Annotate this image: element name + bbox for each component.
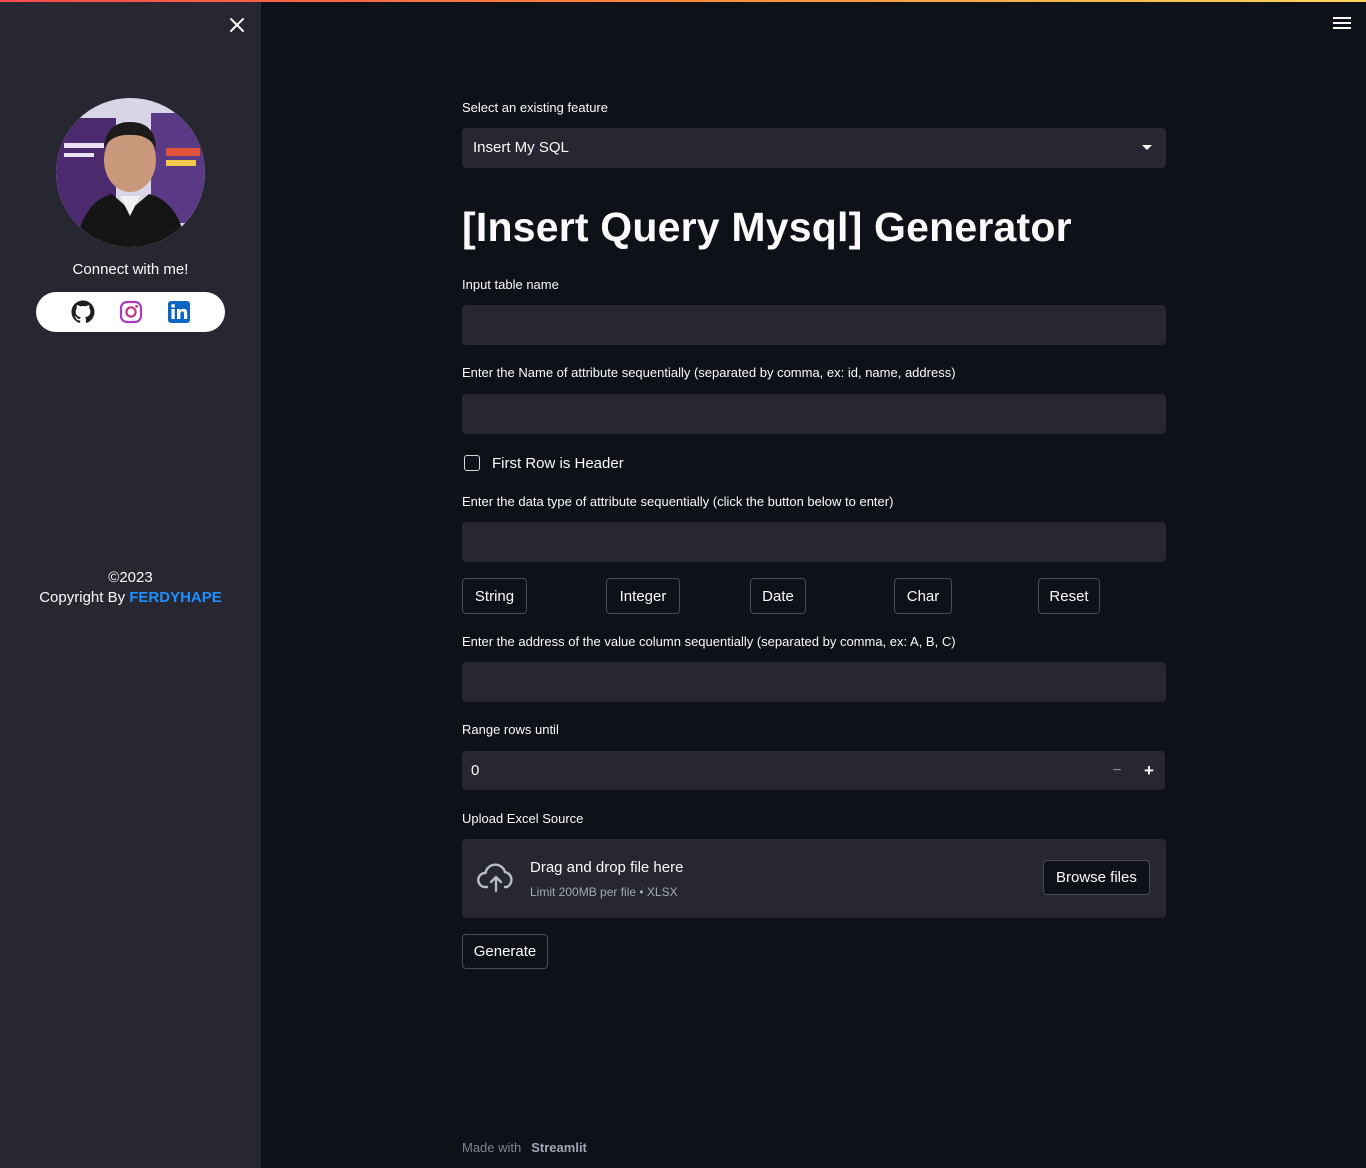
copyright: ©2023 Copyright By FERDYHAPE xyxy=(0,568,261,608)
value-column-input[interactable] xyxy=(462,662,1166,702)
range-rows-value[interactable]: 0 xyxy=(471,762,479,779)
copyright-prefix: Copyright By xyxy=(39,589,130,606)
browse-files-button[interactable]: Browse files xyxy=(1043,860,1150,895)
table-name-input[interactable] xyxy=(462,305,1166,345)
range-rows-stepper[interactable]: 0 − + xyxy=(462,751,1165,790)
date-type-button[interactable]: Date xyxy=(750,578,806,614)
feature-select[interactable]: Insert My SQL xyxy=(462,128,1166,168)
increment-button[interactable]: + xyxy=(1134,751,1164,790)
footer-made-with: Made with xyxy=(462,1140,522,1155)
string-type-button[interactable]: String xyxy=(462,578,527,614)
char-type-button[interactable]: Char xyxy=(894,578,952,614)
attribute-name-input[interactable] xyxy=(462,394,1166,434)
decrement-button[interactable]: − xyxy=(1102,751,1132,790)
attribute-name-label: Enter the Name of attribute sequentially… xyxy=(462,365,956,380)
copyright-year: ©2023 xyxy=(108,569,153,586)
page-title: [Insert Query Mysql] Generator xyxy=(462,204,1072,250)
close-icon[interactable] xyxy=(226,14,248,36)
dropzone-title: Drag and drop file here xyxy=(530,859,684,876)
main-menu-icon[interactable] xyxy=(1333,17,1351,33)
file-dropzone[interactable]: Drag and drop file here Limit 200MB per … xyxy=(462,839,1166,918)
footer-streamlit-link[interactable]: Streamlit xyxy=(531,1140,587,1155)
range-rows-label: Range rows until xyxy=(462,722,559,737)
value-column-label: Enter the address of the value column se… xyxy=(462,634,956,649)
top-decoration-stripe xyxy=(0,0,1366,2)
feature-select-value: Insert My SQL xyxy=(473,139,569,156)
instagram-icon[interactable] xyxy=(119,300,143,324)
copyright-brand-link[interactable]: FERDYHAPE xyxy=(129,589,222,606)
first-row-header-label: First Row is Header xyxy=(492,454,624,472)
integer-type-button[interactable]: Integer xyxy=(606,578,680,614)
copyright-line: Copyright By FERDYHAPE xyxy=(0,588,261,608)
sidebar: Connect with me! ©2023 Copyright By FERD… xyxy=(0,0,261,1168)
profile-avatar xyxy=(56,98,205,247)
table-name-label: Input table name xyxy=(462,277,559,292)
generate-button[interactable]: Generate xyxy=(462,934,548,969)
social-links xyxy=(36,292,225,332)
connect-text: Connect with me! xyxy=(72,261,189,278)
github-icon[interactable] xyxy=(71,300,95,324)
cloud-upload-icon xyxy=(477,863,513,893)
chevron-down-icon xyxy=(1142,145,1152,150)
first-row-header-option[interactable]: First Row is Header xyxy=(462,452,624,474)
feature-select-label: Select an existing feature xyxy=(462,100,608,115)
first-row-header-checkbox[interactable] xyxy=(464,455,480,471)
data-type-label: Enter the data type of attribute sequent… xyxy=(462,494,894,509)
upload-label: Upload Excel Source xyxy=(462,811,584,826)
footer: Made with Streamlit xyxy=(462,1140,587,1155)
linkedin-icon[interactable] xyxy=(167,300,191,324)
dropzone-limit: Limit 200MB per file • XLSX xyxy=(530,885,678,899)
reset-button[interactable]: Reset xyxy=(1038,578,1100,614)
data-type-input[interactable] xyxy=(462,522,1166,562)
